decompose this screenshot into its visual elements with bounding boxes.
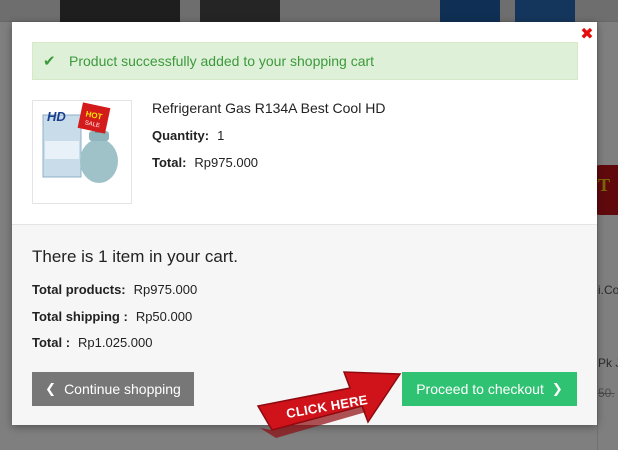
proceed-to-checkout-label: Proceed to checkout: [416, 381, 544, 397]
close-icon[interactable]: ✖: [580, 26, 594, 42]
continue-shopping-label: Continue shopping: [64, 381, 181, 397]
total-shipping-value: Rp50.000: [135, 309, 193, 324]
product-total-label: Total:: [152, 155, 187, 170]
chevron-left-icon: ❮: [45, 381, 57, 397]
product-name: Refrigerant Gas R134A Best Cool HD: [152, 100, 386, 116]
check-icon: ✔: [43, 52, 56, 70]
total-products-row: Total products: Rp975.000: [32, 282, 197, 297]
product-total-value: Rp975.000: [194, 155, 259, 170]
quantity-value: 1: [217, 128, 225, 143]
product-image-brand: HD: [47, 109, 66, 124]
quantity-label: Quantity:: [152, 128, 210, 143]
continue-shopping-button[interactable]: ❮ Continue shopping: [32, 372, 194, 406]
proceed-to-checkout-button[interactable]: Proceed to checkout ❯: [402, 372, 577, 406]
grand-total-value: Rp1.025.000: [78, 335, 153, 350]
total-shipping-label: Total shipping :: [32, 309, 128, 324]
product-total-row: Total: Rp975.000: [152, 155, 258, 170]
product-image: HD HOT SALE: [32, 100, 132, 204]
total-products-label: Total products:: [32, 282, 126, 297]
grand-total-label: Total :: [32, 335, 71, 350]
total-shipping-row: Total shipping : Rp50.000: [32, 309, 192, 324]
total-products-value: Rp975.000: [133, 282, 198, 297]
success-message: Product successfully added to your shopp…: [69, 53, 375, 69]
cart-items-count: There is 1 item in your cart.: [32, 247, 238, 266]
click-here-arrow: CLICK HERE: [250, 360, 410, 450]
quantity-row: Quantity: 1: [152, 128, 224, 143]
grand-total-row: Total : Rp1.025.000: [32, 335, 152, 350]
success-alert: ✔ Product successfully added to your sho…: [32, 42, 578, 80]
chevron-right-icon: ❯: [551, 381, 563, 397]
